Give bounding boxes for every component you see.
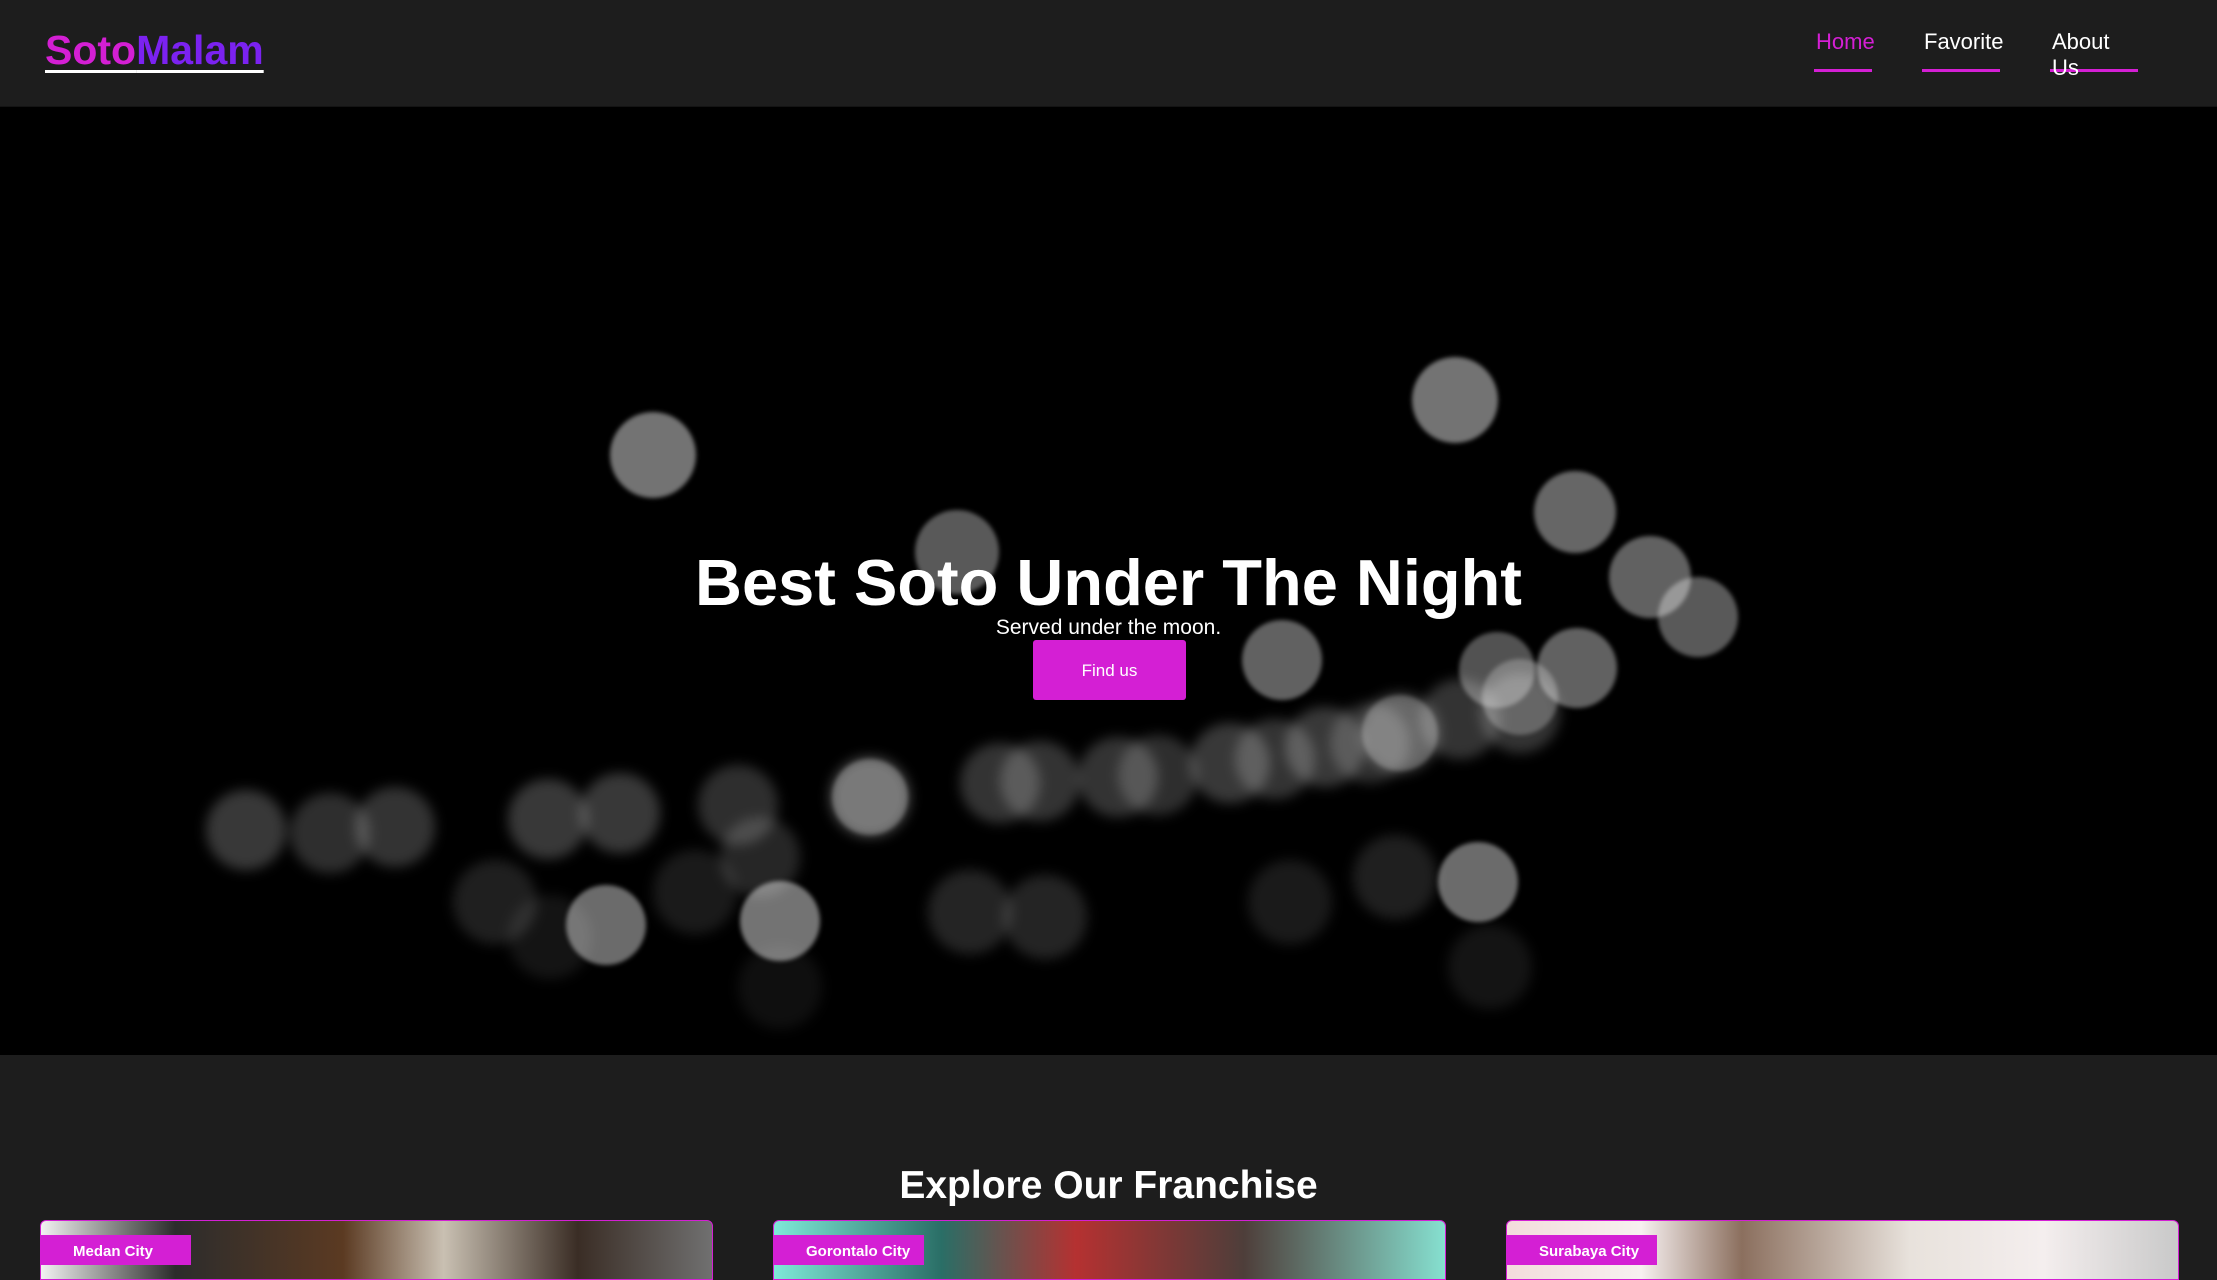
franchise-card-gorontalo[interactable]: Gorontalo City <box>773 1220 1446 1280</box>
find-us-button[interactable]: Find us <box>1033 640 1186 700</box>
hero-subtitle: Served under the moon. <box>995 616 1222 639</box>
franchise-section-title: Explore Our Franchise <box>899 1164 1318 1208</box>
hero-title: Best Soto Under The Night <box>695 545 1522 619</box>
hero-section: Best Soto Under The Night Served under t… <box>0 107 2217 1055</box>
franchise-card-tag: Surabaya City <box>1507 1235 1657 1265</box>
franchise-card-surabaya[interactable]: Surabaya City <box>1506 1220 2179 1280</box>
franchise-card-tag: Medan City <box>41 1235 191 1265</box>
brand-logo-part1: Soto <box>45 27 137 73</box>
top-navbar: SotoMalam Home Favorite About Us <box>0 0 2217 107</box>
brand-logo-part2: Malam <box>136 27 264 73</box>
brand-logo[interactable]: SotoMalam <box>45 26 264 74</box>
franchise-card-tag: Gorontalo City <box>774 1235 924 1265</box>
franchise-card-medan[interactable]: Medan City <box>40 1220 713 1280</box>
nav-about-us-link[interactable]: About Us <box>2050 26 2138 80</box>
franchise-section: Explore Our Franchise Medan City Goronta… <box>0 1055 2217 1280</box>
nav-home-link[interactable]: Home <box>1814 26 1875 72</box>
nav-favorite-link[interactable]: Favorite <box>1922 26 2003 72</box>
